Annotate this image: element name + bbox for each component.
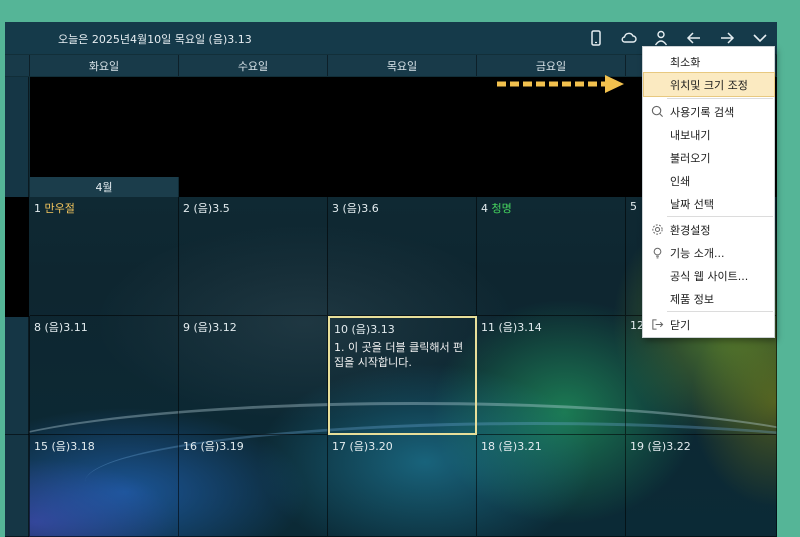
lunar-date: (음)3.20 bbox=[349, 440, 393, 453]
weekday-header-spacer bbox=[5, 55, 30, 76]
weekday-wednesday: 수요일 bbox=[179, 55, 328, 76]
solar-term-label: 청명 bbox=[491, 202, 512, 215]
menu-item-feature-intro[interactable]: 기능 소개... bbox=[644, 241, 774, 264]
lunar-date: (음)3.12 bbox=[193, 321, 237, 334]
empty-week-area bbox=[5, 197, 29, 317]
menu-item-position-size[interactable]: 위치및 크기 조정 bbox=[643, 72, 775, 97]
gear-icon bbox=[650, 222, 664, 236]
day-number: 5 bbox=[630, 200, 637, 213]
weekday-tuesday: 화요일 bbox=[30, 55, 179, 76]
menu-item-label: 제품 정보 bbox=[670, 292, 714, 306]
memo-text[interactable]: 1. 이 곳을 더블 클릭해서 편집을 시작합니다. bbox=[334, 340, 471, 370]
exit-icon bbox=[650, 317, 664, 331]
lunar-date: (음)3.19 bbox=[200, 440, 244, 453]
day-number: 15 bbox=[34, 440, 48, 453]
menu-item-label: 위치및 크기 조정 bbox=[670, 78, 748, 92]
annotation-arrow bbox=[497, 75, 624, 93]
lunar-date: (음)3.21 bbox=[498, 440, 542, 453]
cloud-icon[interactable] bbox=[616, 26, 642, 50]
menu-item-label: 최소화 bbox=[670, 55, 701, 69]
day-cell[interactable]: 11 (음)3.14 bbox=[477, 316, 626, 435]
lightbulb-icon bbox=[650, 245, 664, 259]
day-cell[interactable]: 19 (음)3.22 bbox=[626, 435, 777, 537]
day-number: 8 bbox=[34, 321, 41, 334]
day-cell[interactable]: 18 (음)3.21 bbox=[477, 435, 626, 537]
search-icon bbox=[650, 104, 664, 118]
menu-item-label: 공식 웹 사이트... bbox=[670, 269, 749, 283]
menu-item-close[interactable]: 닫기 bbox=[644, 313, 774, 336]
weekday-friday: 금요일 bbox=[477, 55, 626, 76]
day-cell[interactable]: 2 (음)3.5 bbox=[179, 197, 328, 316]
menu-item-label: 날짜 선택 bbox=[670, 197, 714, 211]
menu-item-label: 내보내기 bbox=[670, 128, 711, 142]
menu-item-settings[interactable]: 환경설정 bbox=[644, 218, 774, 241]
menu-item-product-info[interactable]: 제품 정보 bbox=[644, 287, 774, 310]
lunar-date: (음)3.22 bbox=[647, 440, 691, 453]
day-number: 10 bbox=[334, 323, 348, 336]
menu-item-minimize[interactable]: 최소화 bbox=[644, 50, 774, 73]
day-number: 17 bbox=[332, 440, 346, 453]
menu-item-label: 불러오기 bbox=[670, 151, 711, 165]
day-cell-today[interactable]: 10 (음)3.13 1. 이 곳을 더블 클릭해서 편집을 시작합니다. bbox=[328, 316, 477, 435]
day-number: 16 bbox=[183, 440, 197, 453]
day-cell[interactable]: 8 (음)3.11 bbox=[30, 316, 179, 435]
menu-item-label: 인쇄 bbox=[670, 174, 691, 188]
lunar-date: (음)3.11 bbox=[44, 321, 88, 334]
lunar-date: (음)3.13 bbox=[351, 323, 395, 336]
lunar-date: (음)3.18 bbox=[51, 440, 95, 453]
menu-item-label: 닫기 bbox=[670, 318, 691, 332]
day-number: 3 bbox=[332, 202, 339, 215]
weekday-thursday: 목요일 bbox=[328, 55, 477, 76]
day-cell[interactable]: 1 만우절 bbox=[30, 197, 179, 316]
menu-item-label: 환경설정 bbox=[670, 223, 711, 237]
menu-separator bbox=[667, 216, 773, 217]
lunar-date: (음)3.14 bbox=[498, 321, 542, 334]
week-side-cell bbox=[5, 316, 30, 435]
menu-separator bbox=[667, 98, 773, 99]
day-cell[interactable]: 9 (음)3.12 bbox=[179, 316, 328, 435]
day-number: 4 bbox=[481, 202, 488, 215]
day-cell[interactable]: 15 (음)3.18 bbox=[30, 435, 179, 537]
holiday-label: 만우절 bbox=[44, 202, 75, 215]
day-number: 2 bbox=[183, 202, 190, 215]
day-cell[interactable]: 3 (음)3.6 bbox=[328, 197, 477, 316]
day-cell[interactable]: 4 청명 bbox=[477, 197, 626, 316]
lunar-date: (음)3.6 bbox=[342, 202, 379, 215]
month-label: 4월 bbox=[30, 177, 178, 197]
menu-item-label: 기능 소개... bbox=[670, 246, 725, 260]
lunar-date: (음)3.5 bbox=[193, 202, 230, 215]
phone-icon[interactable] bbox=[583, 26, 609, 50]
day-number: 11 bbox=[481, 321, 495, 334]
day-cell[interactable]: 17 (음)3.20 bbox=[328, 435, 477, 537]
day-number: 1 bbox=[34, 202, 41, 215]
day-number: 18 bbox=[481, 440, 495, 453]
menu-item-search-history[interactable]: 사용기록 검색 bbox=[644, 100, 774, 123]
main-dropdown-menu: 최소화 위치및 크기 조정 사용기록 검색 내보내기 불러오기 인쇄 날짜 선택… bbox=[642, 46, 775, 338]
week-side-cell bbox=[5, 435, 30, 537]
menu-item-official-website[interactable]: 공식 웹 사이트... bbox=[644, 264, 774, 287]
day-number: 19 bbox=[630, 440, 644, 453]
day-number: 9 bbox=[183, 321, 190, 334]
menu-separator bbox=[667, 311, 773, 312]
today-text: 오늘은 2025년4월10일 목요일 (음)3.13 bbox=[58, 33, 252, 46]
menu-item-label: 사용기록 검색 bbox=[670, 105, 735, 119]
menu-item-date-select[interactable]: 날짜 선택 bbox=[644, 192, 774, 215]
menu-item-import[interactable]: 불러오기 bbox=[644, 146, 774, 169]
menu-item-export[interactable]: 내보내기 bbox=[644, 123, 774, 146]
menu-item-print[interactable]: 인쇄 bbox=[644, 169, 774, 192]
day-cell[interactable]: 16 (음)3.19 bbox=[179, 435, 328, 537]
